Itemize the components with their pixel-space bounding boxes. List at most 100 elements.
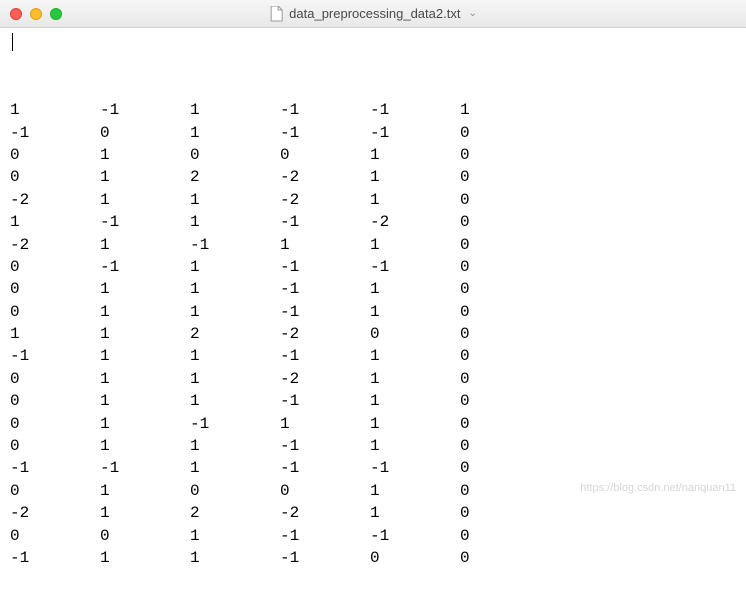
data-row: 011-110 <box>10 301 736 323</box>
data-cell: -1 <box>280 547 370 569</box>
minimize-button[interactable] <box>30 8 42 20</box>
data-cell: 1 <box>370 234 460 256</box>
data-cell: 0 <box>460 547 550 569</box>
data-cell: 1 <box>100 435 190 457</box>
data-cell: 0 <box>460 122 550 144</box>
data-cell: 0 <box>460 144 550 166</box>
data-cell: 1 <box>370 166 460 188</box>
data-cell: 1 <box>190 256 280 278</box>
data-cell: 0 <box>280 480 370 502</box>
data-cell: 0 <box>460 502 550 524</box>
data-cell: 0 <box>10 525 100 547</box>
data-cell: 0 <box>100 525 190 547</box>
data-cell: 1 <box>100 413 190 435</box>
data-cell: 1 <box>100 502 190 524</box>
data-cell: 1 <box>190 301 280 323</box>
data-cell: 1 <box>190 211 280 233</box>
data-row: 112-200 <box>10 323 736 345</box>
data-cell: -1 <box>280 122 370 144</box>
maximize-button[interactable] <box>50 8 62 20</box>
data-cell: -2 <box>280 189 370 211</box>
data-cell: 0 <box>460 166 550 188</box>
data-cell: -1 <box>100 211 190 233</box>
data-cell: 1 <box>100 301 190 323</box>
data-cell: -1 <box>280 525 370 547</box>
data-cell: -2 <box>10 502 100 524</box>
data-cell: -1 <box>370 122 460 144</box>
data-cell: -2 <box>10 189 100 211</box>
data-cell: 1 <box>10 99 100 121</box>
data-cell: 0 <box>190 144 280 166</box>
data-cell: -2 <box>370 211 460 233</box>
data-cell: 0 <box>460 211 550 233</box>
data-cell: 1 <box>100 278 190 300</box>
data-cell: 2 <box>190 323 280 345</box>
data-row: -101-1-10 <box>10 122 736 144</box>
data-cell: -1 <box>280 435 370 457</box>
data-row: 01-1110 <box>10 413 736 435</box>
data-cell: 1 <box>100 144 190 166</box>
data-cell: 0 <box>10 256 100 278</box>
data-cell: 1 <box>370 413 460 435</box>
data-cell: 0 <box>460 234 550 256</box>
data-row: 1-11-1-11 <box>10 99 736 121</box>
data-cell: 1 <box>190 99 280 121</box>
data-row: 011-110 <box>10 435 736 457</box>
data-cell: -1 <box>280 99 370 121</box>
data-cell: 0 <box>280 144 370 166</box>
data-row: 012-210 <box>10 166 736 188</box>
data-row: 0-11-1-10 <box>10 256 736 278</box>
data-cell: 0 <box>460 189 550 211</box>
data-cell: 0 <box>460 457 550 479</box>
data-cell: 0 <box>190 480 280 502</box>
data-cell: 0 <box>460 323 550 345</box>
close-button[interactable] <box>10 8 22 20</box>
data-cell: 1 <box>370 435 460 457</box>
data-cell: 0 <box>460 301 550 323</box>
data-cell: 0 <box>10 390 100 412</box>
data-cell: 1 <box>10 211 100 233</box>
data-cell: -1 <box>370 525 460 547</box>
data-cell: 0 <box>460 345 550 367</box>
data-cell: 0 <box>370 323 460 345</box>
data-row: 001-1-10 <box>10 525 736 547</box>
data-cell: -2 <box>280 323 370 345</box>
chevron-down-icon[interactable]: ⌄ <box>468 8 476 19</box>
data-cell: -1 <box>280 345 370 367</box>
data-cell: -2 <box>280 368 370 390</box>
data-cell: -1 <box>370 256 460 278</box>
data-cell: 1 <box>190 525 280 547</box>
data-cell: 1 <box>190 547 280 569</box>
data-row: -212-210 <box>10 502 736 524</box>
data-cell: 1 <box>190 122 280 144</box>
data-row: 010010 <box>10 144 736 166</box>
data-cell: 0 <box>460 390 550 412</box>
data-cell: -1 <box>10 345 100 367</box>
data-cell: 1 <box>280 234 370 256</box>
data-cell: 0 <box>460 368 550 390</box>
text-cursor <box>12 33 13 51</box>
data-cell: 1 <box>100 368 190 390</box>
data-cell: 0 <box>460 480 550 502</box>
data-cell: -1 <box>280 278 370 300</box>
data-cell: 0 <box>100 122 190 144</box>
data-cell: 1 <box>190 278 280 300</box>
data-cell: -1 <box>100 457 190 479</box>
data-cell: 1 <box>280 413 370 435</box>
data-cell: -1 <box>280 457 370 479</box>
data-cell: 0 <box>460 413 550 435</box>
data-cell: 1 <box>370 278 460 300</box>
data-row: -211-210 <box>10 189 736 211</box>
data-cell: -2 <box>280 166 370 188</box>
data-cell: 1 <box>100 390 190 412</box>
data-cell: 1 <box>100 166 190 188</box>
window-titlebar: data_preprocessing_data2.txt ⌄ <box>0 0 746 28</box>
data-cell: 1 <box>10 323 100 345</box>
traffic-lights <box>10 8 62 20</box>
text-content[interactable]: 1-11-1-11-101-1-10010010012-210-211-2101… <box>0 28 746 596</box>
data-row: -1-11-1-10 <box>10 457 736 479</box>
title-center: data_preprocessing_data2.txt ⌄ <box>269 6 477 22</box>
data-cell: -1 <box>370 457 460 479</box>
data-cell: 0 <box>460 525 550 547</box>
data-cell: 0 <box>10 301 100 323</box>
